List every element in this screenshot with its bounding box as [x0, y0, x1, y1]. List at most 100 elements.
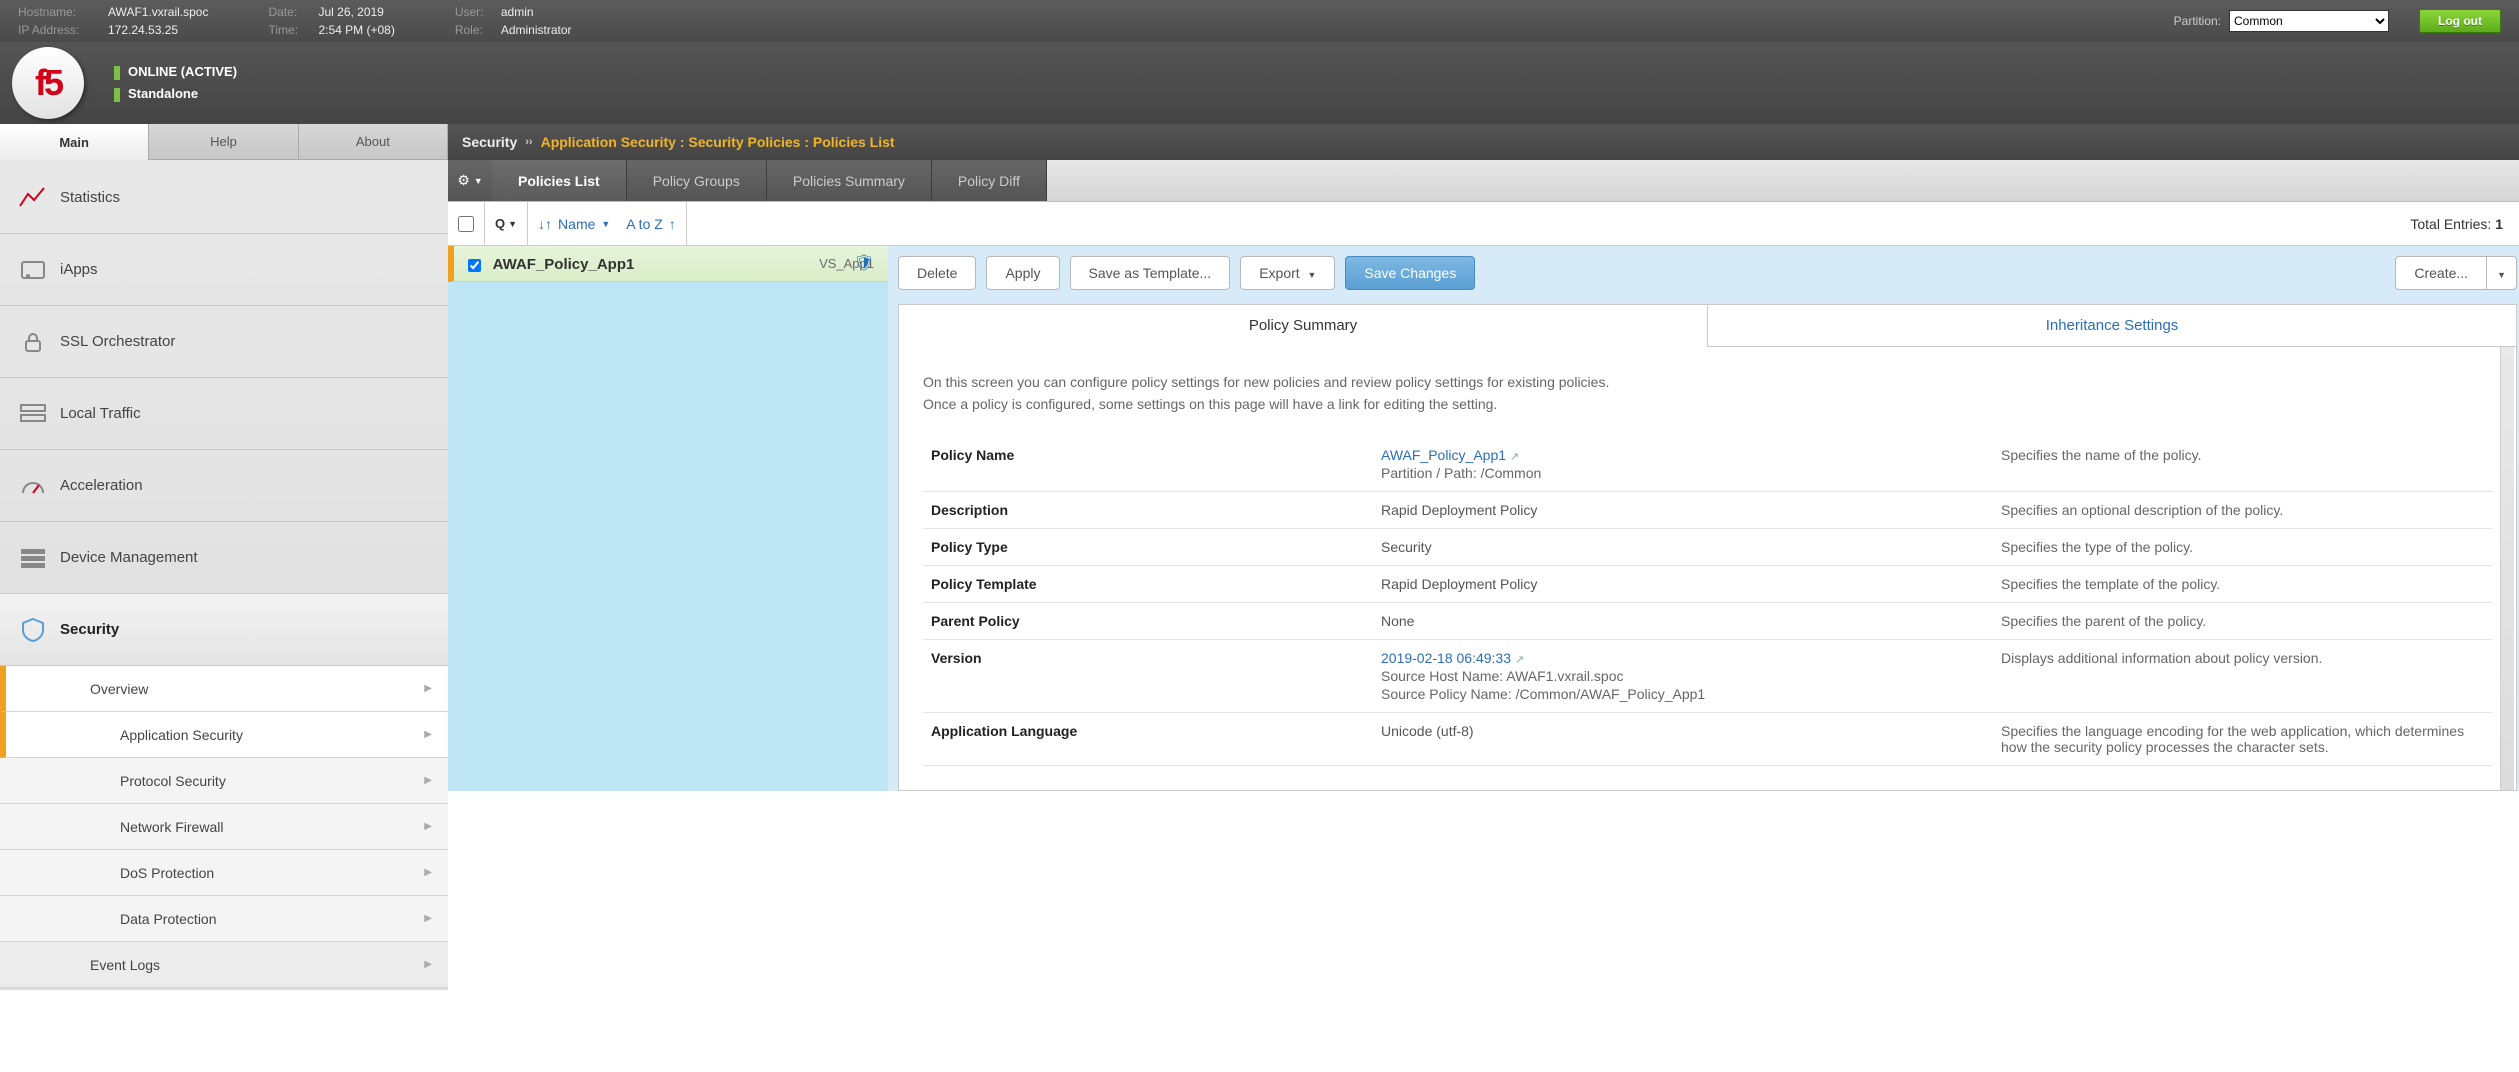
- f5-logo: f5: [12, 47, 84, 119]
- shield-check-icon: 🛡: [854, 253, 874, 273]
- table-row: Policy Name AWAF_Policy_App1 ↗ Partition …: [923, 437, 2492, 492]
- chevron-down-icon: ▼: [601, 219, 610, 229]
- export-button[interactable]: Export ▼: [1240, 256, 1335, 290]
- time-label: Time:: [268, 21, 318, 39]
- ha-status: ONLINE (ACTIVE) Standalone: [114, 61, 237, 105]
- partition-select[interactable]: Common: [2229, 10, 2389, 32]
- chevron-down-icon: ▼: [2497, 270, 2506, 280]
- prop-help: Specifies the language encoding for the …: [1993, 713, 2492, 766]
- chevron-down-icon: ▼: [508, 219, 517, 229]
- tab-main[interactable]: Main: [0, 124, 149, 160]
- logout-button[interactable]: Log out: [2419, 9, 2501, 33]
- tab-policies-summary[interactable]: Policies Summary: [767, 160, 932, 201]
- prop-value: Security: [1373, 529, 1993, 566]
- sort-control[interactable]: ↓↑ Name▼ A to Z ↑: [538, 216, 676, 232]
- table-row: Version 2019-02-18 06:49:33↗ Source Host…: [923, 640, 2492, 713]
- prop-value: None: [1373, 603, 1993, 640]
- left-tabs: Main Help About: [0, 124, 448, 160]
- create-menu-button[interactable]: ▼: [2486, 256, 2517, 290]
- date-value: Jul 26, 2019: [318, 3, 383, 21]
- tab-inheritance-settings[interactable]: Inheritance Settings: [1707, 305, 2516, 347]
- gear-menu[interactable]: ⚙ ▼: [448, 160, 492, 201]
- tab-help[interactable]: Help: [149, 124, 298, 160]
- nav-security-sub: Overview▶ Application Security▶ Protocol…: [0, 666, 448, 988]
- save-as-template-button[interactable]: Save as Template...: [1070, 256, 1231, 290]
- stats-icon: [14, 183, 52, 213]
- arrow-up-icon: ↑: [669, 216, 676, 232]
- prop-help: Specifies the parent of the policy.: [1993, 603, 2492, 640]
- subnav-application-security[interactable]: Application Security▶: [0, 712, 448, 758]
- delete-button[interactable]: Delete: [898, 256, 976, 290]
- gauge-icon: [14, 471, 52, 501]
- properties-table: Policy Name AWAF_Policy_App1 ↗ Partition …: [923, 437, 2492, 766]
- iapps-icon: [14, 255, 52, 285]
- policy-item-checkbox[interactable]: [468, 259, 481, 272]
- nav-device-management[interactable]: Device Management: [0, 522, 448, 594]
- panel-intro: On this screen you can configure policy …: [923, 371, 2492, 415]
- create-button-group: Create... ▼: [2395, 256, 2517, 290]
- tab-about[interactable]: About: [299, 124, 448, 160]
- nav-security[interactable]: Security: [0, 594, 448, 666]
- nav-statistics[interactable]: Statistics: [0, 162, 448, 234]
- ip-label: IP Address:: [18, 21, 108, 39]
- tab-policy-summary[interactable]: Policy Summary: [899, 305, 1707, 347]
- scrollbar[interactable]: [2500, 347, 2514, 790]
- filter-bar: Q▼ ↓↑ Name▼ A to Z ↑ Total Entries: 1: [448, 202, 2519, 246]
- prop-key: Policy Name: [923, 437, 1373, 492]
- chevron-right-icon: ▶: [424, 729, 432, 740]
- subnav-data-protection[interactable]: Data Protection▶: [0, 896, 448, 942]
- policy-detail: Delete Apply Save as Template... Export …: [888, 246, 2519, 791]
- chevron-down-icon: ▼: [1307, 270, 1316, 280]
- prop-key: Application Language: [923, 713, 1373, 766]
- external-link-icon: ↗: [1510, 451, 1519, 463]
- date-label: Date:: [268, 3, 318, 21]
- prop-key: Version: [923, 640, 1373, 713]
- save-changes-button[interactable]: Save Changes: [1345, 256, 1475, 290]
- content-area: Security ›› Application Security : Secur…: [448, 124, 2519, 990]
- tab-policy-groups[interactable]: Policy Groups: [627, 160, 767, 201]
- subnav-event-logs[interactable]: Event Logs▶: [0, 942, 448, 988]
- policy-list-item[interactable]: AWAF_Policy_App1 VS_App1 🛡: [448, 246, 888, 282]
- subnav-protocol-security[interactable]: Protocol Security▶: [0, 758, 448, 804]
- partition-path: Partition / Path: /Common: [1381, 465, 1985, 481]
- prop-help: Specifies the template of the policy.: [1993, 566, 2492, 603]
- time-value: 2:54 PM (+08): [318, 21, 394, 39]
- user-label: User:: [455, 3, 501, 21]
- apply-button[interactable]: Apply: [986, 256, 1059, 290]
- detail-tabs: Policy Summary Inheritance Settings: [898, 304, 2517, 347]
- prop-key: Description: [923, 492, 1373, 529]
- select-all-checkbox[interactable]: [458, 216, 474, 232]
- nav: Statistics iApps SSL Orchestrator Local …: [0, 160, 448, 990]
- table-row: Parent Policy None Specifies the parent …: [923, 603, 2492, 640]
- content-tabs: ⚙ ▼ Policies List Policy Groups Policies…: [448, 160, 2519, 202]
- prop-key: Parent Policy: [923, 603, 1373, 640]
- prop-value: Unicode (utf-8): [1373, 713, 1993, 766]
- version-link[interactable]: 2019-02-18 06:49:33: [1381, 650, 1511, 666]
- policy-name-link[interactable]: AWAF_Policy_App1: [1381, 447, 1506, 463]
- subnav-overview[interactable]: Overview▶: [0, 666, 448, 712]
- table-row: Application Language Unicode (utf-8) Spe…: [923, 713, 2492, 766]
- sort-icon: ↓↑: [538, 216, 552, 232]
- nav-ssl-orchestrator[interactable]: SSL Orchestrator: [0, 306, 448, 378]
- create-button[interactable]: Create...: [2395, 256, 2486, 290]
- action-toolbar: Delete Apply Save as Template... Export …: [898, 256, 2517, 290]
- tab-policies-list[interactable]: Policies List: [492, 160, 627, 201]
- gear-icon: ⚙: [457, 172, 470, 189]
- prop-help: Specifies the name of the policy.: [1993, 437, 2492, 492]
- prop-help: Specifies an optional description of the…: [1993, 492, 2492, 529]
- policy-list: AWAF_Policy_App1 VS_App1 🛡: [448, 246, 888, 791]
- nav-local-traffic[interactable]: Local Traffic: [0, 378, 448, 450]
- prop-help: Displays additional information about po…: [1993, 640, 2492, 713]
- search-menu[interactable]: Q▼: [485, 202, 528, 245]
- subnav-dos-protection[interactable]: DoS Protection▶: [0, 850, 448, 896]
- prop-help: Specifies the type of the policy.: [1993, 529, 2492, 566]
- tab-policy-diff[interactable]: Policy Diff: [932, 160, 1047, 201]
- chevron-right-icon: ▶: [424, 959, 432, 970]
- role-label: Role:: [455, 21, 501, 39]
- prop-value: 2019-02-18 06:49:33↗ Source Host Name: A…: [1373, 640, 1993, 713]
- breadcrumb-path: Application Security : Security Policies…: [541, 134, 895, 150]
- nav-iapps[interactable]: iApps: [0, 234, 448, 306]
- hostname-value: AWAF1.vxrail.spoc: [108, 3, 208, 21]
- subnav-network-firewall[interactable]: Network Firewall▶: [0, 804, 448, 850]
- nav-acceleration[interactable]: Acceleration: [0, 450, 448, 522]
